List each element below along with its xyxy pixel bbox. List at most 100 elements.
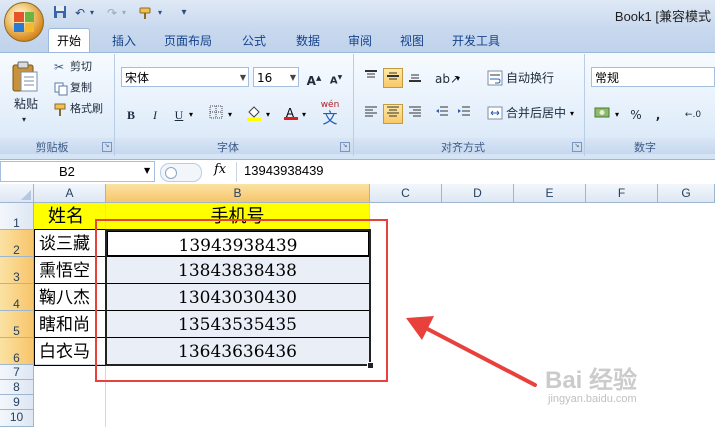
align-center-icon[interactable] — [383, 104, 403, 124]
merge-center-button[interactable]: 合并后居中 — [506, 105, 566, 121]
save-icon[interactable] — [52, 5, 68, 21]
tab-formulas[interactable]: 公式 — [234, 31, 274, 51]
comma-button[interactable]: , — [648, 104, 668, 124]
phonetic-icon[interactable]: wén 文 — [314, 100, 346, 126]
orientation-dropdown-icon[interactable]: ▾ — [456, 74, 460, 83]
column-header-f[interactable]: F — [586, 184, 658, 203]
percent-button[interactable]: % — [626, 104, 646, 124]
tab-developer[interactable]: 开发工具 — [444, 31, 508, 51]
increase-decimal-icon[interactable]: ←.0 — [676, 104, 710, 124]
font-launcher-icon[interactable]: ↘ — [340, 142, 350, 152]
cell-b3[interactable]: 13843838438 — [106, 257, 370, 284]
underline-dropdown-icon[interactable]: ▾ — [189, 110, 193, 119]
customize-toolbar-icon[interactable]: ▾ — [176, 5, 192, 21]
cell-a3[interactable]: 熏悟空 — [34, 257, 106, 284]
align-right-icon[interactable] — [405, 104, 425, 124]
name-box-dropdown-icon[interactable]: ▼ — [144, 166, 150, 175]
font-size-combo[interactable]: 16 ▼ — [253, 67, 299, 87]
formula-expand-handle[interactable] — [160, 163, 202, 182]
currency-icon[interactable] — [592, 104, 614, 124]
formula-input[interactable]: 13943938439 — [244, 163, 324, 178]
column-header-e[interactable]: E — [514, 184, 586, 203]
cell-b6[interactable]: 13643636436 — [106, 338, 370, 365]
underline-button[interactable]: U — [169, 104, 189, 124]
column-header-g[interactable]: G — [658, 184, 715, 203]
column-header-a[interactable]: A — [34, 184, 106, 203]
align-left-icon[interactable] — [361, 104, 381, 124]
wrap-text-button[interactable]: 自动换行 — [506, 70, 554, 86]
increase-indent-icon[interactable] — [454, 104, 474, 124]
undo-dropdown-icon[interactable]: ▾ — [84, 5, 100, 21]
italic-button[interactable]: I — [145, 104, 165, 124]
cell-a4[interactable]: 鞠八杰 — [34, 284, 106, 311]
grow-font-icon[interactable]: A▲ — [304, 67, 324, 88]
tab-home[interactable]: 开始 — [48, 28, 91, 53]
align-middle-icon[interactable] — [383, 68, 403, 88]
number-format-combo[interactable]: 常规 — [591, 67, 715, 87]
copy-button[interactable]: 复制 — [70, 80, 92, 96]
row-header-4[interactable]: 4 — [0, 284, 34, 311]
column-header-c[interactable]: C — [370, 184, 442, 203]
cell-a2[interactable]: 谈三藏 — [34, 230, 106, 257]
font-size-value: 16 — [257, 71, 273, 85]
row-header-5[interactable]: 5 — [0, 311, 34, 338]
paste-icon[interactable] — [10, 60, 40, 94]
row-header-3[interactable]: 3 — [0, 257, 34, 284]
row-header-8[interactable]: 8 — [0, 380, 34, 395]
tab-view[interactable]: 视图 — [392, 31, 432, 51]
row-header-2[interactable]: 2 — [0, 230, 34, 257]
border-icon[interactable] — [206, 104, 226, 124]
tab-review[interactable]: 审阅 — [340, 31, 380, 51]
brush-dropdown-icon[interactable]: ▾ — [152, 5, 168, 21]
name-box[interactable]: B2 — [0, 161, 155, 182]
cell-a1[interactable]: 姓名 — [34, 203, 106, 230]
clipboard-group-label: 剪贴板 — [35, 141, 69, 154]
row-header-10[interactable]: 10 — [0, 410, 34, 427]
column-header-d[interactable]: D — [442, 184, 514, 203]
fill-color-dropdown-icon[interactable]: ▾ — [266, 110, 270, 119]
fill-handle[interactable] — [367, 362, 374, 369]
alignment-launcher-icon[interactable]: ↘ — [572, 142, 582, 152]
cell-b5[interactable]: 13543535435 — [106, 311, 370, 338]
border-dropdown-icon[interactable]: ▾ — [228, 110, 232, 119]
cell-b4[interactable]: 13043030430 — [106, 284, 370, 311]
fill-color-icon[interactable] — [244, 104, 264, 124]
font-size-dropdown-icon[interactable]: ▼ — [290, 68, 296, 88]
align-bottom-icon[interactable] — [405, 68, 425, 88]
row-header-7[interactable]: 7 — [0, 365, 34, 380]
cell-b1[interactable]: 手机号 — [106, 203, 370, 230]
redo-dropdown-icon[interactable]: ▾ — [116, 5, 132, 21]
format-painter-button[interactable]: 格式刷 — [70, 101, 103, 117]
font-color-icon[interactable]: A — [280, 102, 300, 122]
cell-b2[interactable]: 13943938439 — [106, 230, 370, 257]
font-name-dropdown-icon[interactable]: ▼ — [240, 68, 246, 88]
align-top-icon[interactable] — [361, 68, 381, 88]
decrease-indent-icon[interactable] — [432, 104, 452, 124]
row-header-1[interactable]: 1 — [0, 203, 34, 230]
cell-a6[interactable]: 白衣马 — [34, 338, 106, 365]
merge-center-icon — [487, 105, 503, 121]
row-header-6[interactable]: 6 — [0, 338, 34, 365]
merge-dropdown-icon[interactable]: ▾ — [570, 109, 574, 118]
font-color-dropdown-icon[interactable]: ▾ — [302, 110, 306, 119]
select-all-corner[interactable] — [0, 184, 34, 203]
column-header-b[interactable]: B — [106, 184, 370, 203]
tab-page-layout[interactable]: 页面布局 — [156, 31, 220, 51]
insert-function-icon[interactable]: fx — [214, 162, 226, 177]
orientation-icon[interactable]: ab↗ — [434, 68, 460, 88]
tab-insert[interactable]: 插入 — [104, 31, 144, 51]
tab-data[interactable]: 数据 — [288, 31, 328, 51]
clipboard-launcher-icon[interactable]: ↘ — [102, 142, 112, 152]
bold-button[interactable]: B — [121, 104, 141, 124]
office-button[interactable] — [4, 2, 44, 42]
table-divider — [105, 229, 106, 366]
cell-a5[interactable]: 瞎和尚 — [34, 311, 106, 338]
shrink-font-icon[interactable]: A▼ — [326, 67, 346, 87]
paste-button[interactable]: 粘贴 — [14, 96, 38, 112]
row-header-9[interactable]: 9 — [0, 395, 34, 410]
font-name-combo[interactable]: 宋体 ▼ — [121, 67, 249, 87]
formula-divider — [236, 162, 237, 182]
cut-button[interactable]: 剪切 — [70, 59, 92, 75]
currency-dropdown-icon[interactable]: ▾ — [615, 110, 619, 119]
paste-dropdown-icon[interactable]: ▾ — [22, 112, 26, 128]
